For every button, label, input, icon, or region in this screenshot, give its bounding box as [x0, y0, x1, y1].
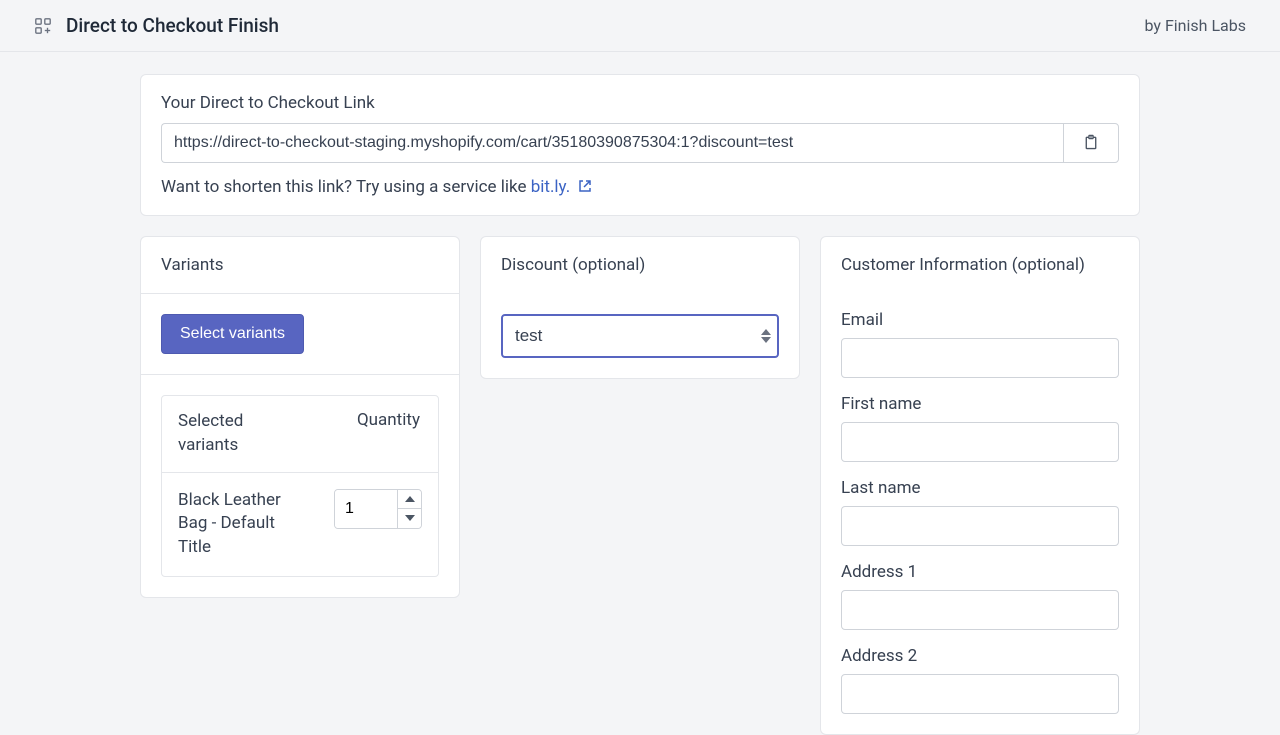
discount-title: Discount (optional): [501, 255, 779, 275]
address2-field[interactable]: [841, 674, 1119, 714]
col-selected-variants: Selected variants: [162, 396, 318, 472]
spinner-icon: [761, 329, 771, 343]
table-row: Black Leather Bag - Default Title: [162, 472, 438, 576]
byline: by Finish Labs: [1145, 16, 1247, 35]
shorten-hint: Want to shorten this link? Try using a s…: [161, 177, 1119, 197]
app-title: Direct to Checkout Finish: [66, 14, 279, 37]
email-field[interactable]: [841, 338, 1119, 378]
copy-button[interactable]: [1063, 123, 1119, 163]
customer-title: Customer Information (optional): [841, 255, 1119, 275]
link-input[interactable]: [161, 123, 1063, 163]
variants-card: Variants Select variants Selected varian…: [140, 236, 460, 598]
quantity-stepper[interactable]: [334, 489, 422, 529]
col-quantity: Quantity: [318, 396, 438, 472]
first-name-field[interactable]: [841, 422, 1119, 462]
apps-icon: [34, 17, 52, 35]
variant-name: Black Leather Bag - Default Title: [162, 473, 318, 576]
bitly-link[interactable]: bit.ly.: [531, 177, 571, 197]
variants-title: Variants: [161, 255, 439, 275]
last-name-label: Last name: [841, 478, 1119, 498]
link-label: Your Direct to Checkout Link: [161, 93, 1119, 113]
qty-up-button[interactable]: [397, 490, 421, 509]
link-card: Your Direct to Checkout Link Want to sho…: [140, 74, 1140, 216]
discount-card: Discount (optional): [480, 236, 800, 379]
top-bar: Direct to Checkout Finish by Finish Labs: [0, 0, 1280, 52]
clipboard-icon: [1082, 133, 1100, 154]
customer-card: Customer Information (optional) Email Fi…: [820, 236, 1140, 735]
table-head: Selected variants Quantity: [162, 396, 438, 472]
last-name-field[interactable]: [841, 506, 1119, 546]
email-label: Email: [841, 310, 1119, 330]
external-link-icon: [578, 179, 592, 193]
address2-label: Address 2: [841, 646, 1119, 666]
quantity-input[interactable]: [335, 490, 397, 528]
chevron-down-icon: [405, 515, 415, 521]
variants-table: Selected variants Quantity Black Leather…: [161, 395, 439, 577]
chevron-up-icon: [405, 496, 415, 502]
qty-down-button[interactable]: [397, 509, 421, 528]
discount-input[interactable]: [501, 314, 779, 358]
address1-label: Address 1: [841, 562, 1119, 582]
first-name-label: First name: [841, 394, 1119, 414]
address1-field[interactable]: [841, 590, 1119, 630]
select-variants-button[interactable]: Select variants: [161, 314, 304, 354]
